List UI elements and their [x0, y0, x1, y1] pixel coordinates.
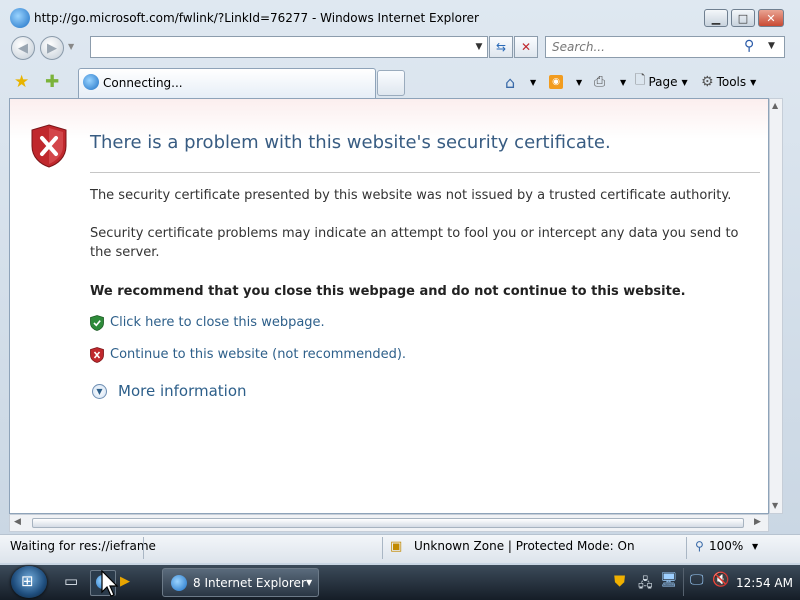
media-player-icon[interactable]: ▶	[120, 574, 130, 589]
network-tray-icon[interactable]: 🖧	[638, 574, 653, 596]
task-group-dropdown-icon: ▼	[306, 578, 313, 587]
taskbar-ie-label: 8 Internet Explorer	[193, 576, 306, 590]
maximize-button[interactable]: □	[731, 9, 755, 27]
minimize-button[interactable]: ▁	[704, 9, 728, 27]
more-information-link[interactable]: More information	[118, 382, 247, 400]
rss-feed-icon: ◉	[549, 75, 563, 89]
tools-menu-label: Tools	[716, 75, 747, 89]
favorites-center-icon[interactable]: ★	[14, 72, 29, 92]
feeds-button[interactable]: ◉	[549, 72, 563, 92]
page-dropdown-icon: ▼	[681, 77, 688, 87]
address-dropdown-icon[interactable]: ▼	[470, 36, 488, 58]
scroll-down-icon[interactable]: ▼	[772, 501, 778, 510]
security-zone[interactable]: Unknown Zone | Protected Mode: On	[414, 539, 635, 553]
search-box[interactable]: Search... ⚲ ▼	[545, 36, 785, 58]
error-shield-icon	[31, 124, 67, 168]
scroll-right-icon[interactable]: ▶	[754, 517, 761, 527]
window-title: http://go.microsoft.com/fwlink/?LinkId=7…	[34, 11, 479, 25]
address-bar[interactable]	[90, 36, 488, 58]
print-dropdown-icon[interactable]: ▼	[620, 72, 626, 92]
start-button[interactable]: ⊞	[11, 566, 47, 598]
print-icon[interactable]: ⎙	[594, 72, 605, 92]
display-tray-icon[interactable]: 🖥	[660, 572, 678, 588]
page-icon: 🗋	[635, 73, 646, 88]
network-status-icon[interactable]: 🖵	[690, 572, 704, 588]
clock[interactable]: 12:54 AM	[736, 576, 793, 590]
status-text: Waiting for res://ieframe	[10, 539, 156, 553]
scroll-left-icon[interactable]: ◀	[14, 517, 21, 527]
continue-to-website-link[interactable]: Continue to this website (not recommende…	[110, 347, 406, 362]
status-separator	[143, 537, 144, 559]
vertical-scrollbar[interactable]: ▲ ▼	[769, 98, 783, 514]
close-button[interactable]: ✕	[758, 9, 784, 27]
red-shield-icon	[90, 347, 104, 363]
stop-icon: ✕	[520, 40, 532, 54]
page-title: There is a problem with this website's s…	[90, 132, 611, 153]
protected-mode-icon[interactable]: ▣	[390, 539, 402, 554]
expand-chevron-icon[interactable]: ▼	[92, 384, 107, 399]
refresh-icon: ⇆	[495, 40, 507, 54]
show-desktop-icon[interactable]: ▭	[64, 572, 78, 590]
back-arrow-icon: ◀	[18, 40, 28, 56]
forward-button[interactable]: ▶	[40, 36, 64, 60]
certificate-description: The security certificate presented by th…	[90, 188, 732, 203]
search-icon[interactable]: ⚲	[744, 38, 754, 54]
zoom-level[interactable]: 100%	[709, 539, 743, 553]
certificate-warning: Security certificate problems may indica…	[90, 226, 739, 260]
page-content	[9, 98, 769, 514]
zoom-dropdown-icon[interactable]: ▼	[752, 542, 758, 551]
stop-button[interactable]: ✕	[514, 36, 538, 58]
tools-menu[interactable]: ⚙ Tools ▼	[701, 72, 756, 92]
forward-arrow-icon: ▶	[47, 40, 57, 56]
status-separator	[382, 537, 383, 559]
ie-logo-icon	[10, 8, 30, 28]
horizontal-scrollbar[interactable]: ◀ ▶	[9, 514, 769, 532]
horizontal-scroll-thumb[interactable]	[32, 518, 744, 528]
zoom-icon[interactable]: ⚲	[695, 539, 704, 553]
tab-connecting[interactable]: Connecting...	[78, 68, 376, 98]
tray-separator	[683, 568, 684, 596]
refresh-button[interactable]: ⇆	[489, 36, 513, 58]
ie-page-icon	[83, 74, 99, 90]
green-shield-icon	[90, 315, 104, 331]
search-options-dropdown-icon[interactable]: ▼	[768, 41, 775, 51]
home-icon[interactable]: ⌂	[505, 72, 515, 92]
page-menu-label: Page	[648, 75, 678, 89]
title-bar: http://go.microsoft.com/fwlink/?LinkId=7…	[0, 0, 800, 34]
recommendation-text: We recommend that you close this webpage…	[90, 284, 686, 299]
windows-logo-icon: ⊞	[21, 572, 34, 590]
security-alert-icon[interactable]: ⛊	[614, 572, 625, 590]
volume-muted-icon[interactable]: 🔇	[712, 572, 729, 588]
scroll-up-icon[interactable]: ▲	[772, 101, 778, 110]
search-input[interactable]: Search...	[552, 40, 605, 54]
tools-dropdown-icon: ▼	[750, 77, 757, 87]
close-webpage-link[interactable]: Click here to close this webpage.	[110, 315, 325, 330]
ie-task-icon	[171, 575, 187, 591]
mouse-cursor-icon	[101, 570, 119, 597]
tab-label: Connecting...	[103, 76, 183, 90]
home-dropdown-icon[interactable]: ▼	[530, 72, 536, 92]
gear-icon: ⚙	[701, 74, 714, 90]
add-favorites-icon[interactable]: ✚	[45, 72, 59, 92]
heading-divider	[90, 172, 760, 173]
page-menu[interactable]: 🗋 Page ▼	[635, 72, 688, 92]
new-tab-button[interactable]	[377, 70, 405, 96]
back-button[interactable]: ◀	[11, 36, 35, 60]
status-separator	[686, 537, 687, 559]
recent-pages-dropdown-icon[interactable]: ▼	[68, 42, 74, 51]
feeds-dropdown-icon[interactable]: ▼	[576, 72, 582, 92]
taskbar-ie-group[interactable]: 8 Internet Explorer ▼	[162, 568, 319, 597]
